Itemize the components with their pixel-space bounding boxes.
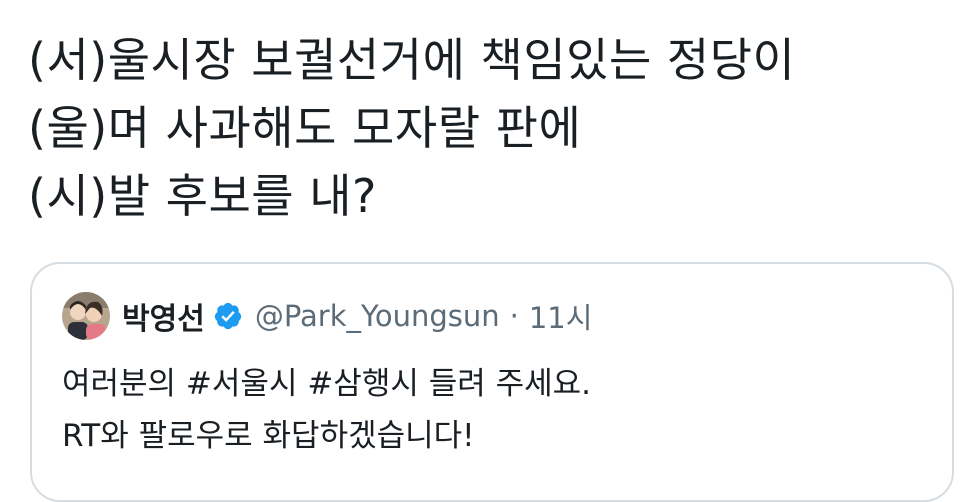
- tweet-line: (서)울시장 보궐선거에 책임있는 정당이: [28, 33, 796, 87]
- quoted-tweet-line: RT와 팔로우로 화답하겠습니다!: [62, 418, 475, 454]
- display-name[interactable]: 박영선: [122, 294, 205, 338]
- quoted-tweet-card[interactable]: 박영선 @Park_Youngsun · 11시 여러분의 #서울시 #삼행시 …: [30, 262, 954, 502]
- separator-dot: ·: [509, 299, 519, 333]
- profile-photo-icon: [62, 292, 110, 340]
- tweet-line: (시)발 후보를 내?: [28, 169, 377, 223]
- user-handle[interactable]: @Park_Youngsun: [255, 299, 500, 333]
- timestamp[interactable]: 11시: [529, 295, 593, 337]
- verified-badge-icon: [213, 301, 243, 331]
- quoted-tweet-text: 여러분의 #서울시 #삼행시 들려 주세요. RT와 팔로우로 화답하겠습니다!: [62, 358, 591, 462]
- quoted-tweet-line: 여러분의 #서울시 #삼행시 들려 주세요.: [62, 366, 592, 402]
- tweet-text: (서)울시장 보궐선거에 책임있는 정당이 (울)며 사과해도 모자랄 판에 (…: [28, 26, 948, 230]
- avatar[interactable]: [62, 292, 110, 340]
- tweet-line: (울)며 사과해도 모자랄 판에: [28, 101, 582, 155]
- quoted-tweet-header: 박영선 @Park_Youngsun · 11시: [62, 292, 592, 340]
